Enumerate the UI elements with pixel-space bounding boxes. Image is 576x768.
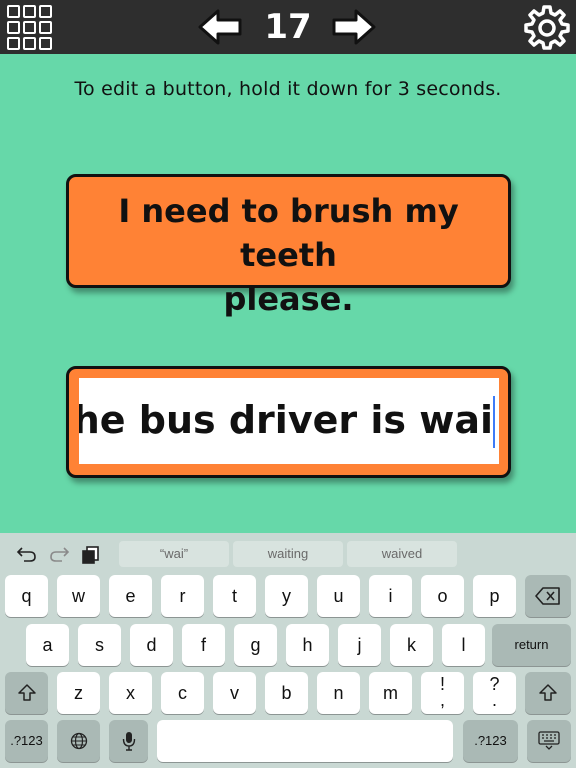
key-b[interactable]: b [265, 672, 308, 714]
phrase-label: I need to brush my teeth please. [69, 189, 508, 321]
suggestion-bar: “wai” waiting waived [0, 533, 576, 575]
phrase-line-2: please. [223, 280, 354, 318]
hide-keyboard-key[interactable] [527, 720, 571, 762]
key-period-label: . [491, 690, 497, 710]
phrase-button[interactable]: I need to brush my teeth please. [66, 174, 511, 318]
globe-key[interactable] [57, 720, 100, 762]
key-a[interactable]: a [26, 624, 69, 666]
text-caret [493, 396, 495, 448]
key-comma-label: , [439, 690, 445, 710]
key-e[interactable]: e [109, 575, 152, 617]
key-i[interactable]: i [369, 575, 412, 617]
key-f[interactable]: f [182, 624, 225, 666]
undo-icon[interactable] [16, 543, 38, 565]
key-z[interactable]: z [57, 672, 100, 714]
shift-icon [539, 684, 557, 701]
key-d[interactable]: d [130, 624, 173, 666]
numbers-key-left[interactable]: .?123 [5, 720, 48, 762]
key-h[interactable]: h [286, 624, 329, 666]
key-r[interactable]: r [161, 575, 204, 617]
key-u[interactable]: u [317, 575, 360, 617]
key-t[interactable]: t [213, 575, 256, 617]
key-x[interactable]: x [109, 672, 152, 714]
numbers-key-right[interactable]: .?123 [463, 720, 518, 762]
page-number: 17 [264, 7, 312, 47]
key-m[interactable]: m [369, 672, 412, 714]
key-n[interactable]: n [317, 672, 360, 714]
key-q[interactable]: q [5, 575, 48, 617]
microphone-key[interactable] [109, 720, 148, 762]
key-exclaim-comma[interactable]: ! , [421, 672, 464, 714]
key-c[interactable]: c [161, 672, 204, 714]
phrase-button-editing[interactable]: he bus driver is wai [66, 366, 511, 478]
key-o[interactable]: o [421, 575, 464, 617]
key-question-period[interactable]: ? . [473, 672, 516, 714]
key-v[interactable]: v [213, 672, 256, 714]
backspace-key[interactable] [525, 575, 571, 617]
onscreen-keyboard: “wai” waiting waived q w e r t y u i o p… [0, 533, 576, 768]
backspace-icon [535, 587, 560, 605]
suggestion-3[interactable]: waived [347, 541, 457, 567]
phrase-line-1: I need to brush my teeth [118, 192, 459, 274]
key-g[interactable]: g [234, 624, 277, 666]
paste-icon[interactable] [80, 543, 102, 565]
key-p[interactable]: p [473, 575, 516, 617]
key-s[interactable]: s [78, 624, 121, 666]
space-key[interactable] [157, 720, 453, 762]
hide-keyboard-icon [538, 731, 560, 750]
key-l[interactable]: l [442, 624, 485, 666]
grid-menu-icon[interactable] [4, 4, 52, 50]
key-w[interactable]: w [57, 575, 100, 617]
shift-icon [17, 684, 36, 701]
redo-icon[interactable] [48, 543, 70, 565]
shift-key-right[interactable] [525, 672, 571, 714]
top-toolbar: 17 [0, 0, 576, 54]
gear-icon[interactable] [524, 5, 570, 51]
key-k[interactable]: k [390, 624, 433, 666]
phrase-edit-field[interactable]: he bus driver is wai [79, 378, 499, 464]
globe-icon [70, 732, 87, 750]
suggestion-1[interactable]: “wai” [119, 541, 229, 567]
shift-key-left[interactable] [5, 672, 48, 714]
instruction-text: To edit a button, hold it down for 3 sec… [74, 78, 502, 100]
microphone-icon [122, 732, 135, 751]
key-j[interactable]: j [338, 624, 381, 666]
phrase-edit-text: he bus driver is wai [79, 398, 493, 442]
arrow-right-icon[interactable] [330, 7, 378, 47]
return-key[interactable]: return [492, 624, 571, 666]
key-y[interactable]: y [265, 575, 308, 617]
suggestion-2[interactable]: waiting [233, 541, 343, 567]
arrow-left-icon[interactable] [196, 7, 244, 47]
